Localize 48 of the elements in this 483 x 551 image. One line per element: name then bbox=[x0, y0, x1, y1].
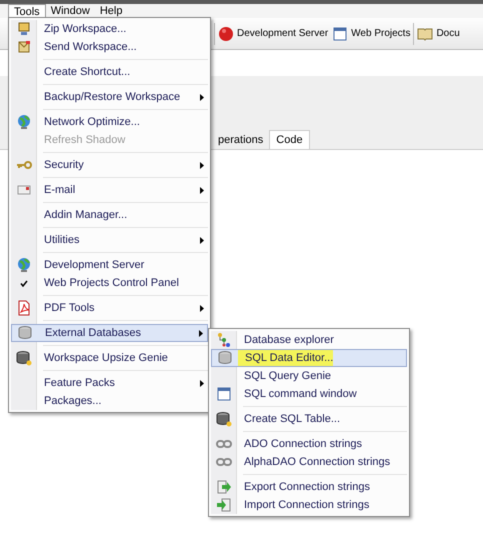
menu-item[interactable]: Create SQL Table... bbox=[211, 410, 407, 428]
tree-icon bbox=[216, 332, 232, 348]
menu-item[interactable]: Create Shortcut... bbox=[11, 63, 208, 81]
tab[interactable]: perations bbox=[212, 130, 270, 149]
menu-item[interactable]: Addin Manager... bbox=[11, 206, 208, 224]
book-icon bbox=[417, 26, 434, 42]
menu-item[interactable]: ADO Connection strings bbox=[211, 435, 407, 453]
menu-item[interactable]: Database explorer bbox=[211, 331, 407, 349]
menu-item[interactable]: Security bbox=[11, 156, 208, 174]
database-icon bbox=[216, 411, 232, 427]
menu-item[interactable]: Window bbox=[46, 4, 95, 18]
menu-item[interactable]: Feature Packs bbox=[11, 374, 208, 392]
toolbar-button[interactable]: Web Projects bbox=[331, 24, 412, 44]
menu-item[interactable]: Network Optimize... bbox=[11, 113, 208, 131]
menu-item[interactable]: Zip Workspace... bbox=[11, 20, 208, 38]
menu-item[interactable]: SQL Data Editor... bbox=[211, 349, 407, 367]
menu-item[interactable]: E-mail bbox=[11, 181, 208, 199]
menu-item[interactable]: SQL Query Genie bbox=[211, 367, 407, 385]
menu-item[interactable]: Send Workspace... bbox=[11, 38, 208, 56]
menu-item[interactable]: AlphaDAO Connection strings bbox=[211, 453, 407, 471]
toolbar-button[interactable]: Development Server bbox=[217, 24, 330, 44]
menu-item[interactable]: External Databases bbox=[11, 324, 208, 342]
menu-item[interactable]: PDF Tools bbox=[11, 299, 208, 317]
menu-item[interactable]: Packages... bbox=[11, 392, 208, 410]
database-icon bbox=[17, 325, 33, 341]
toolbar-button[interactable]: Docu bbox=[416, 24, 461, 44]
menu-item[interactable]: Utilities bbox=[11, 231, 208, 249]
globe-icon bbox=[16, 257, 32, 273]
menu-item[interactable]: Tools bbox=[8, 4, 46, 18]
menu-item[interactable]: Backup/Restore Workspace bbox=[11, 88, 208, 106]
database-icon bbox=[217, 350, 233, 366]
circle-icon bbox=[218, 26, 234, 42]
menu-item[interactable]: Help bbox=[94, 4, 128, 18]
menu-item[interactable]: Web Projects Control Panel bbox=[11, 274, 208, 292]
tab[interactable]: Code bbox=[269, 130, 310, 149]
export-icon bbox=[216, 479, 232, 495]
pdf-icon bbox=[16, 300, 32, 316]
menu-item[interactable]: Workspace Upsize Genie bbox=[11, 349, 208, 367]
window-icon bbox=[332, 26, 348, 42]
database-icon bbox=[16, 350, 32, 366]
menu-item[interactable]: SQL command window bbox=[211, 385, 407, 403]
globe-icon bbox=[16, 114, 32, 130]
computer-icon bbox=[16, 21, 32, 37]
menu-item[interactable]: Import Connection strings bbox=[211, 496, 407, 514]
envelope-icon bbox=[16, 39, 32, 55]
window-icon bbox=[216, 386, 232, 402]
menu-item[interactable]: Export Connection strings bbox=[211, 478, 407, 496]
menu-item[interactable]: Development Server bbox=[11, 256, 208, 274]
